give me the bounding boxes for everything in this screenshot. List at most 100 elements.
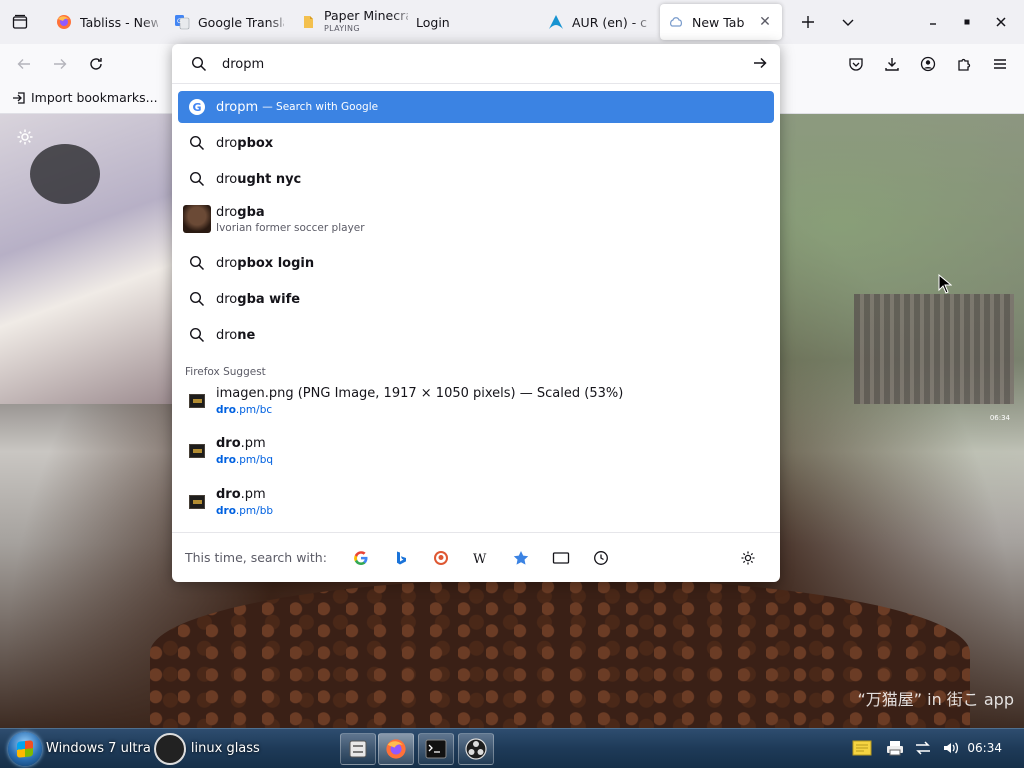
tabliss-settings-button[interactable]: [16, 128, 34, 150]
history-result[interactable]: dro.pm dro.pm/bb: [178, 481, 774, 523]
firefox-suggest-heading: Firefox Suggest: [185, 366, 266, 378]
volume-icon: [944, 742, 959, 754]
tray-notes[interactable]: [852, 740, 872, 756]
taskbar-clock[interactable]: 06:34: [967, 741, 1002, 755]
extensions-button[interactable]: [950, 50, 978, 78]
pocket-icon: [849, 58, 863, 71]
svg-text:W: W: [473, 552, 487, 566]
back-button[interactable]: [10, 50, 38, 78]
tray-printer[interactable]: [886, 740, 904, 756]
google-translate-icon: G: [174, 14, 190, 30]
search-suggestion[interactable]: dropbox login: [178, 247, 774, 279]
bing-engine-button[interactable]: [381, 543, 421, 573]
title-rest: .pm: [240, 487, 266, 502]
account-button[interactable]: [914, 50, 942, 78]
gear-icon: [741, 551, 755, 564]
hamburger-menu-icon: [994, 59, 1006, 69]
tab-login[interactable]: Login: [416, 4, 540, 40]
google-engine-button[interactable]: [341, 543, 381, 573]
tab-new-tab[interactable]: New Tab ✕: [660, 4, 782, 40]
background-artwork: [0, 114, 180, 404]
plus-icon: [802, 16, 814, 28]
arrow-right-icon: [754, 57, 767, 69]
taskbar-obs[interactable]: [458, 733, 494, 765]
tabliss-icon: [668, 14, 684, 30]
tab-aur[interactable]: AUR (en) - chro: [540, 4, 656, 40]
arrow-right-icon: [54, 59, 67, 69]
go-button[interactable]: [752, 55, 768, 75]
tab-google-translate[interactable]: G Google Transla: [166, 4, 292, 40]
firefox-icon: [386, 739, 406, 759]
tab-manager-icon: [12, 14, 28, 29]
site-favicon: [189, 444, 205, 458]
taskbar-file-manager[interactable]: [340, 733, 376, 765]
file-manager-icon: [349, 740, 367, 758]
maximize-icon: [964, 19, 970, 25]
wikipedia-engine-button[interactable]: W: [461, 543, 501, 573]
network-icon: [916, 741, 930, 755]
history-button[interactable]: [581, 543, 621, 573]
search-icon: [178, 291, 216, 307]
site-favicon: [189, 495, 205, 509]
history-result[interactable]: dro.pm dro.pm/bq: [178, 430, 774, 472]
suggestion-typed: dro: [216, 291, 238, 307]
site-favicon: [189, 394, 205, 408]
taskbar-firefox[interactable]: [378, 733, 414, 765]
start-button[interactable]: [8, 732, 42, 766]
search-suggestion[interactable]: drogba wife: [178, 283, 774, 315]
new-tab-button[interactable]: [788, 0, 828, 44]
url-rest: .pm/bb: [235, 505, 274, 517]
tab-title: New Tab: [692, 14, 745, 30]
avatar: [183, 205, 211, 233]
duckduckgo-engine-button[interactable]: [421, 543, 461, 573]
import-bookmarks-button[interactable]: Import bookmarks...: [12, 90, 158, 105]
image-watermark: “万猫屋” in 街こ app: [857, 690, 1014, 709]
google-icon: [354, 550, 368, 565]
bookmarks-button[interactable]: [501, 543, 541, 573]
duckduckgo-icon: [433, 550, 448, 565]
tab-paper-minecraft[interactable]: Paper Minecra PLAYING: [292, 4, 416, 40]
maximize-button[interactable]: [950, 0, 984, 44]
arch-linux-icon: [548, 14, 564, 30]
taskbar: Windows 7 ultra L rch linux glass 06:34: [0, 728, 1024, 768]
rich-search-suggestion[interactable]: drogba Ivorian former soccer player: [178, 200, 774, 238]
tray-network[interactable]: [914, 740, 932, 756]
notes-icon: [852, 740, 872, 756]
suggestion-typed: dro: [216, 171, 238, 187]
obs-icon: [465, 738, 487, 760]
forward-button[interactable]: [46, 50, 74, 78]
urlbar: [172, 44, 780, 84]
url-rest: .pm/bq: [235, 454, 274, 466]
suggestion-completion: ught nyc: [237, 171, 302, 187]
tray-volume[interactable]: [942, 740, 960, 756]
one-off-search-bar: This time, search with: W: [172, 532, 780, 582]
import-icon: [13, 91, 25, 104]
bookmarks-star-icon: [513, 550, 529, 565]
gear-icon: [17, 129, 33, 145]
tab-tabliss[interactable]: Tabliss - New T: [48, 4, 166, 40]
pocket-button[interactable]: [842, 50, 870, 78]
url-match: dro: [216, 404, 236, 416]
history-result[interactable]: imagen.png (PNG Image, 1917 × 1050 pixel…: [178, 380, 774, 422]
search-suggestion[interactable]: drone: [178, 319, 774, 351]
list-all-tabs-button[interactable]: [828, 0, 868, 44]
search-suggestion[interactable]: drought nyc: [178, 163, 774, 195]
downloads-button[interactable]: [878, 50, 906, 78]
reload-button[interactable]: [82, 50, 110, 78]
bing-icon: [396, 551, 406, 564]
taskbar-terminal[interactable]: [418, 733, 454, 765]
minimize-button[interactable]: [916, 0, 950, 44]
search-suggestion[interactable]: dropbox: [178, 127, 774, 159]
tab-manager-button[interactable]: [0, 0, 40, 44]
terminal-icon: [425, 739, 447, 759]
tabs-button[interactable]: [541, 543, 581, 573]
title-match: dro: [216, 436, 241, 451]
app-menu-button[interactable]: [986, 50, 1014, 78]
close-window-button[interactable]: [984, 0, 1018, 44]
close-tab-icon[interactable]: ✕: [756, 14, 774, 30]
search-with-google-result[interactable]: G dropm — Search with Google: [178, 91, 774, 123]
search-settings-button[interactable]: [728, 543, 768, 573]
suggestion-completion: ne: [237, 327, 256, 343]
url-input[interactable]: [222, 52, 722, 76]
result-text: dropm: [216, 99, 259, 115]
